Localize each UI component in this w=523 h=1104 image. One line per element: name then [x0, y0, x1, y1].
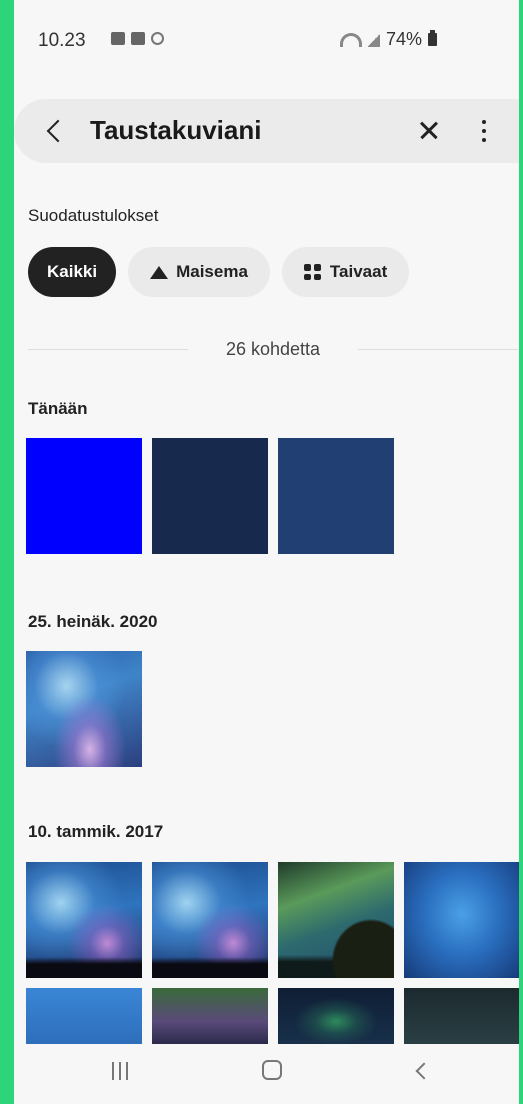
chip-landscape[interactable]: Maisema: [128, 247, 270, 297]
notification-icons: [111, 32, 164, 45]
thumbnail[interactable]: [404, 988, 519, 1044]
battery-percent: 74%: [386, 29, 423, 49]
thumbnail[interactable]: [26, 988, 142, 1044]
sync-notification-icon: [151, 32, 164, 45]
home-icon[interactable]: [262, 1060, 282, 1080]
status-right: 74%: [340, 29, 438, 50]
grid-icon: [303, 264, 322, 280]
filter-heading: Suodatustulokset: [28, 206, 159, 225]
landscape-icon: [150, 265, 169, 279]
filter-chips: Kaikki Maisema Taivaat: [28, 247, 410, 297]
thumbnail[interactable]: [152, 988, 268, 1044]
chip-all-label: Kaikki: [47, 262, 98, 281]
thumbnail[interactable]: [152, 862, 268, 978]
thumbnail[interactable]: [26, 862, 142, 978]
screen-notification-icon: [131, 32, 145, 45]
status-bar: 10.23 74%: [14, 0, 519, 80]
search-bar[interactable]: Taustakuviani: [14, 99, 519, 163]
clear-search-button[interactable]: [412, 113, 448, 149]
section-title-2017: 10. tammik. 2017: [28, 822, 164, 841]
screen: 10.23 74% Taustakuviani Suodatustulokset…: [14, 0, 519, 1104]
thumbnail[interactable]: [404, 862, 519, 978]
thumbnail[interactable]: [152, 438, 268, 554]
thumbnail[interactable]: [278, 438, 394, 554]
thumbnail[interactable]: [26, 438, 142, 554]
status-time: 10.23: [38, 30, 86, 51]
wifi-icon: [340, 32, 362, 47]
back-icon[interactable]: [412, 1061, 433, 1081]
results-count: 26 kohdetta: [225, 339, 321, 359]
gallery-notification-icon: [111, 32, 125, 45]
navigation-bar: [14, 1044, 519, 1104]
thumbnail[interactable]: [26, 651, 142, 767]
thumbnail[interactable]: [278, 988, 394, 1044]
battery-icon: [428, 30, 438, 46]
results-count-row: 26 kohdetta: [28, 335, 518, 365]
chip-all[interactable]: Kaikki: [28, 247, 117, 297]
more-options-button[interactable]: [474, 116, 494, 146]
section-title-2020: 25. heinäk. 2020: [28, 612, 158, 631]
chip-skies-label: Taivaat: [329, 262, 388, 281]
section-title-today: Tänään: [28, 399, 88, 418]
back-button[interactable]: [40, 115, 70, 147]
chip-landscape-label: Maisema: [176, 262, 248, 281]
thumbnail[interactable]: [278, 862, 394, 978]
recents-icon[interactable]: [110, 1062, 130, 1080]
search-query[interactable]: Taustakuviani: [90, 115, 261, 146]
signal-icon: [368, 32, 380, 47]
chip-skies[interactable]: Taivaat: [281, 247, 410, 297]
